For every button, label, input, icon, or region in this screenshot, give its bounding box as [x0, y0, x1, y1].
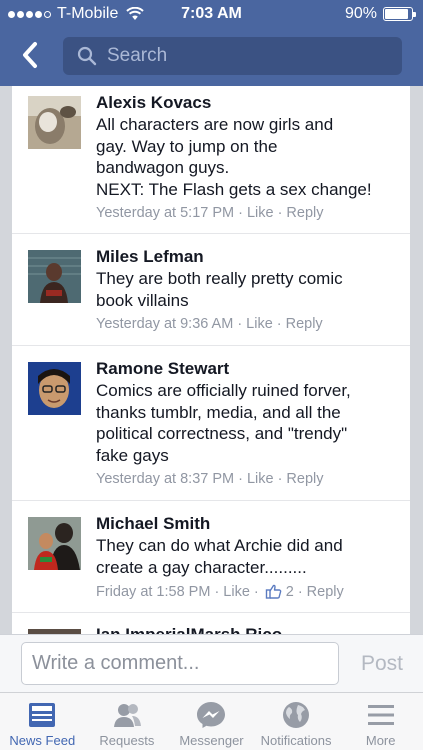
like-link[interactable]: Like — [247, 471, 274, 487]
like-link[interactable]: Like — [246, 316, 273, 332]
search-icon — [77, 46, 97, 66]
comment-input[interactable] — [32, 643, 327, 684]
news-feed-icon — [29, 703, 56, 727]
comment-text: They can do what Archie did and create a… — [96, 536, 343, 577]
menu-icon — [367, 705, 394, 725]
tab-label: News Feed — [9, 733, 76, 748]
commenter-name[interactable]: Miles Lefman — [96, 247, 400, 267]
comment-timestamp[interactable]: Yesterday at 5:17 PM — [96, 205, 234, 221]
tab-label: Messenger — [179, 733, 244, 748]
commenter-name[interactable]: Ian ImperialMarsh Rico — [96, 625, 282, 634]
comment-item: Alexis Kovacs All characters are now gir… — [12, 86, 410, 234]
commenter-name[interactable]: Alexis Kovacs — [96, 93, 400, 113]
search-bar[interactable] — [63, 37, 402, 75]
comment-item: Miles Lefman They are both really pretty… — [12, 234, 410, 346]
comment-timestamp[interactable]: Friday at 1:58 PM — [96, 584, 210, 600]
comment-item: Michael Smith They can do what Archie di… — [12, 501, 410, 613]
globe-icon — [283, 702, 310, 728]
reply-link[interactable]: Reply — [286, 316, 323, 332]
reply-link[interactable]: Reply — [286, 471, 323, 487]
comments-panel: Alexis Kovacs All characters are now gir… — [12, 86, 410, 634]
comment-timestamp[interactable]: Yesterday at 9:36 AM — [96, 316, 233, 332]
avatar[interactable] — [28, 362, 81, 415]
avatar[interactable] — [28, 96, 81, 149]
search-input[interactable] — [107, 45, 367, 67]
reply-link[interactable]: Reply — [307, 584, 344, 600]
avatar[interactable] — [28, 250, 81, 303]
battery-status: 90% — [344, 5, 416, 23]
comment-meta: Yesterday at 9:36 AM · Like · Reply — [96, 316, 323, 332]
status-bar: T-Mobile 7:03 AM 90% — [0, 0, 423, 28]
reply-link[interactable]: Reply — [286, 205, 323, 221]
comment-text: They are both really pretty comic book v… — [96, 269, 343, 310]
comment-item: Ramone Stewart Comics are officially rui… — [12, 346, 410, 501]
comment-text: All characters are now girls and gay. Wa… — [96, 115, 372, 199]
thumbs-up-icon — [265, 584, 282, 599]
commenter-name[interactable]: Michael Smith — [96, 514, 400, 534]
battery-icon — [383, 7, 416, 21]
top-bar: T-Mobile 7:03 AM 90% — [0, 0, 423, 86]
messenger-icon — [197, 702, 226, 728]
tab-bar: News Feed Requests Messenger Notificatio… — [0, 692, 423, 750]
tab-label: Requests — [99, 733, 155, 748]
comment-field[interactable] — [21, 642, 339, 685]
friend-requests-icon — [113, 704, 141, 727]
like-link[interactable]: Like — [223, 584, 250, 600]
comment-text: Comics are officially ruined forver, tha… — [96, 381, 351, 465]
tab-requests[interactable]: Requests — [85, 693, 170, 750]
comment-composer: Post — [0, 634, 423, 692]
avatar[interactable] — [28, 517, 81, 570]
like-count[interactable]: 2 — [286, 584, 294, 600]
comment-meta: Friday at 1:58 PM · Like · 2 · Reply — [96, 583, 344, 600]
tab-label: More — [365, 733, 396, 748]
tab-label: Notifications — [260, 733, 332, 748]
back-arrow-icon[interactable] — [18, 40, 44, 70]
tab-more[interactable]: More — [338, 693, 423, 750]
post-button[interactable]: Post — [361, 652, 403, 676]
tab-news-feed[interactable]: News Feed — [0, 693, 85, 750]
comment-meta: Yesterday at 8:37 PM · Like · Reply — [96, 471, 324, 487]
tab-messenger[interactable]: Messenger — [169, 693, 254, 750]
comment-timestamp[interactable]: Yesterday at 8:37 PM — [96, 471, 234, 487]
commenter-name[interactable]: Ramone Stewart — [96, 359, 400, 379]
battery-percent: 90% — [344, 5, 377, 22]
comment-meta: Yesterday at 5:17 PM · Like · Reply — [96, 205, 324, 221]
like-link[interactable]: Like — [247, 205, 274, 221]
tab-notifications[interactable]: Notifications — [254, 693, 339, 750]
